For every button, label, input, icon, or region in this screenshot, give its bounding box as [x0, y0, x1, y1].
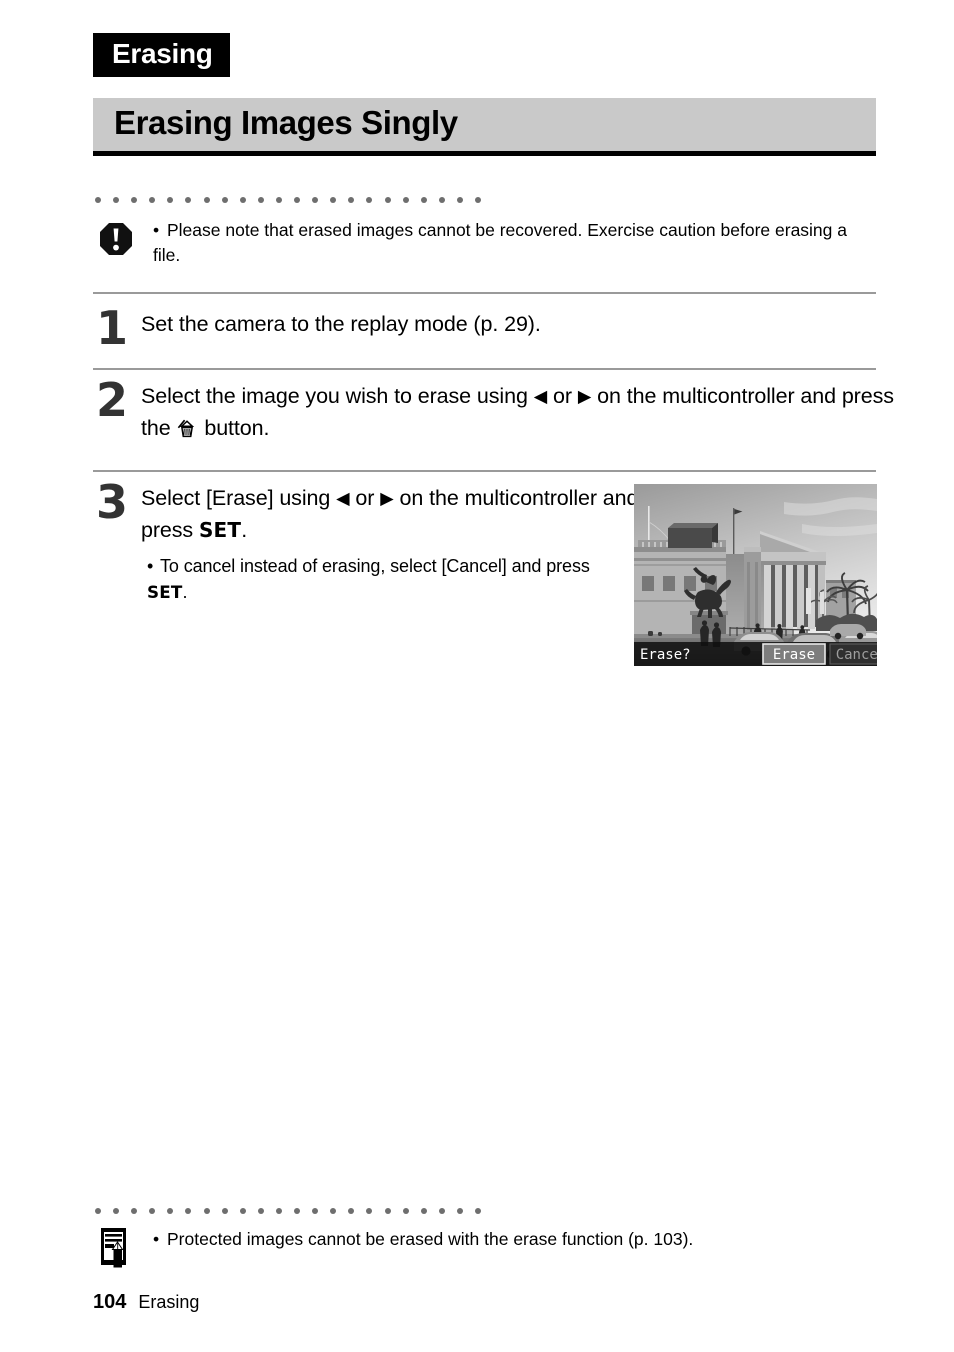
- divider-dot: [167, 1208, 174, 1214]
- divider-dot: [420, 197, 427, 203]
- divider-dot: [366, 1208, 373, 1214]
- step-3-part3: .: [241, 518, 248, 542]
- right-arrow-icon: ▶: [577, 386, 592, 406]
- step-1-text: Set the camera to the replay mode (p. 29…: [141, 309, 901, 340]
- divider-dot: [203, 197, 210, 203]
- divider-dot: [221, 1208, 228, 1214]
- step-3-part1: Select [Erase] using: [141, 486, 337, 510]
- divider-dot: [438, 197, 445, 203]
- caution-octagon-icon: [99, 222, 133, 256]
- step-2-part1: Select the image you wish to erase using: [141, 384, 534, 408]
- sub-note-part2: .: [182, 582, 188, 602]
- divider-dot: [348, 197, 355, 203]
- divider-dot: [185, 197, 192, 203]
- bullet-marker: •: [147, 556, 154, 576]
- page-footer: 104 Erasing: [93, 1292, 199, 1312]
- divider-dot: [203, 1208, 210, 1214]
- divider-dot: [149, 197, 156, 203]
- divider-dot: [402, 197, 409, 203]
- chapter-tab-label: Erasing: [112, 38, 213, 69]
- step-3-number: 3: [96, 475, 129, 529]
- divider-dot: [330, 1208, 337, 1214]
- set-button-label: SET: [147, 582, 183, 602]
- step-2-or: or: [547, 384, 578, 408]
- footer-note-body: Protected images cannot be erased with t…: [167, 1229, 694, 1249]
- page-number: 104: [93, 1291, 127, 1313]
- divider-dot: [167, 197, 174, 203]
- bullet-marker: •: [153, 220, 160, 240]
- chapter-tab: Erasing: [93, 33, 230, 77]
- caution-note-body: Please note that erased images cannot be…: [153, 220, 847, 265]
- divider-dot: [420, 1208, 427, 1214]
- divider-dot: [366, 197, 373, 203]
- divider-dot: [348, 1208, 355, 1214]
- camera-lcd-screenshot: Erase? Erase Cancel: [634, 484, 877, 666]
- divider-dot: [384, 197, 391, 203]
- memo-pencil-icon: [99, 1227, 132, 1269]
- step-3-or: or: [349, 486, 381, 510]
- divider-dot: [221, 197, 228, 203]
- divider-dot: [474, 197, 481, 203]
- divider-dot: [149, 1208, 156, 1214]
- divider-dot: [312, 1208, 319, 1214]
- step-2-text: Select the image you wish to erase using…: [141, 381, 901, 444]
- page-title: Erasing Images Singly: [114, 104, 458, 141]
- divider-dot: [294, 1208, 301, 1214]
- trash-can-icon: [176, 418, 198, 440]
- section-banner: Erasing Images Singly: [93, 98, 876, 156]
- svg-text:Cancel: Cancel: [836, 647, 877, 663]
- dotted-divider-bottom: [95, 1208, 481, 1214]
- svg-text:Erase?: Erase?: [640, 647, 691, 663]
- divider-dot: [131, 1208, 138, 1214]
- step-separator-1: [93, 292, 876, 294]
- divider-dot: [275, 197, 282, 203]
- divider-dot: [474, 1208, 481, 1214]
- divider-dot: [131, 197, 138, 203]
- divider-dot: [95, 1208, 101, 1214]
- left-arrow-icon: ◀: [533, 386, 548, 406]
- svg-text:Erase: Erase: [773, 647, 815, 663]
- divider-dot: [257, 1208, 264, 1214]
- caution-note-text: • Please note that erased images cannot b…: [153, 218, 873, 268]
- footer-chapter-name: Erasing: [138, 1292, 200, 1312]
- divider-dot: [456, 197, 463, 203]
- divider-dot: [330, 197, 337, 203]
- left-arrow-icon: ◀: [336, 488, 350, 508]
- step-1-number: 1: [96, 301, 129, 355]
- dotted-divider-top: [95, 197, 481, 203]
- divider-dot: [402, 1208, 409, 1214]
- step-2-number: 2: [96, 373, 129, 427]
- step-1-instruction: Set the camera to the replay mode (p. 29…: [141, 312, 541, 336]
- divider-dot: [239, 197, 246, 203]
- divider-dot: [185, 1208, 192, 1214]
- right-arrow-icon: ▶: [380, 488, 394, 508]
- step-separator-2: [93, 368, 876, 370]
- footer-note-text: • Protected images cannot be erased with …: [153, 1227, 873, 1252]
- divider-dot: [275, 1208, 282, 1214]
- divider-dot: [456, 1208, 463, 1214]
- divider-dot: [294, 197, 301, 203]
- divider-dot: [312, 197, 319, 203]
- set-button-label: SET: [198, 518, 242, 542]
- divider-dot: [438, 1208, 445, 1214]
- divider-dot: [257, 197, 264, 203]
- divider-dot: [113, 197, 120, 203]
- divider-dot: [113, 1208, 120, 1214]
- divider-dot: [95, 197, 101, 203]
- divider-dot: [384, 1208, 391, 1214]
- bullet-marker: •: [153, 1229, 160, 1249]
- step-2-part3: button.: [198, 416, 270, 440]
- divider-dot: [239, 1208, 246, 1214]
- step-3-text: Select [Erase] using ◀ or ▶ on the multi…: [141, 483, 661, 605]
- step-separator-3: [93, 470, 876, 472]
- step-3-sub-note: • To cancel instead of erasing, select [C…: [141, 553, 617, 605]
- sub-note-part1: To cancel instead of erasing, select [Ca…: [160, 556, 590, 576]
